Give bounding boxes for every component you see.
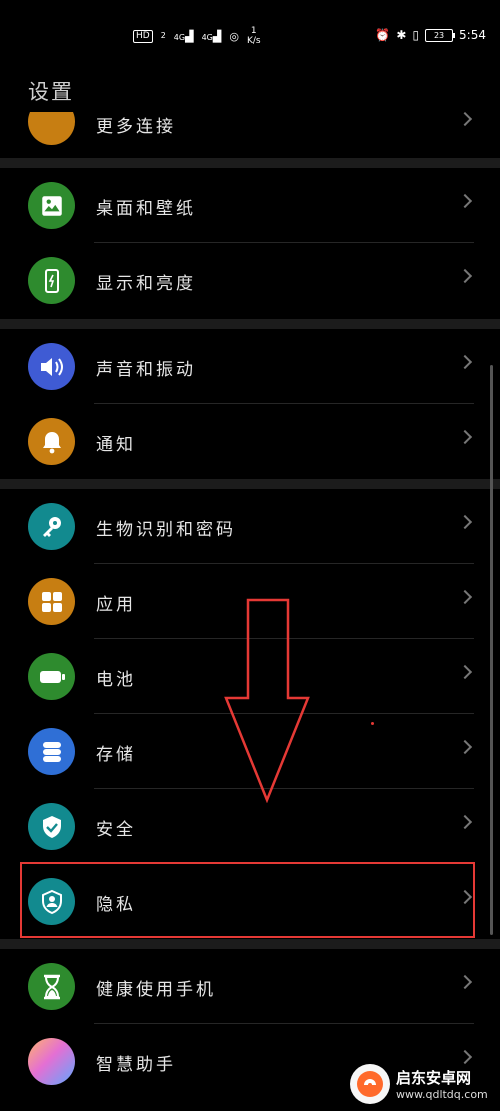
status-right: ⏰ ✱ ▯ 23 5:54 (375, 28, 486, 42)
settings-item-label: 安全 (96, 820, 136, 840)
annotation-dot (371, 722, 374, 725)
status-time: 5:54 (459, 28, 486, 42)
apps-icon (28, 578, 75, 625)
hotspot-icon: ◎ (229, 29, 239, 43)
settings-item-label: 电池 (96, 670, 136, 690)
assistant-icon (28, 1038, 75, 1085)
group-separator (0, 319, 500, 329)
hd-badge: HD (133, 29, 153, 43)
watermark-text: 启东安卓网 www.qdltdq.com (396, 1067, 488, 1101)
link-icon (28, 112, 75, 145)
settings-item-label: 显示和亮度 (96, 274, 196, 294)
shield-check-icon (28, 803, 75, 850)
chevron-right-icon (457, 354, 473, 370)
list-item-label: 更多连接 (96, 117, 176, 137)
sound-icon (28, 343, 75, 390)
settings-item-notification[interactable]: 通知 (0, 404, 500, 479)
status-left: HD 2 4G▟ 4G▟ ◎ 1 K/s (133, 26, 261, 46)
settings-item-label: 存储 (96, 745, 136, 765)
chevron-right-icon (457, 739, 473, 755)
settings-item-label: 桌面和壁纸 (96, 199, 196, 219)
chevron-right-icon (457, 514, 473, 530)
watermark-title: 启东安卓网 (396, 1069, 472, 1087)
list-item-partial[interactable]: 更多连接 (0, 112, 500, 156)
net-speed: 1 K/s (246, 26, 261, 46)
settings-item-label: 声音和振动 (96, 360, 196, 380)
alarm-icon: ⏰ (375, 28, 391, 42)
settings-item-label: 智慧助手 (96, 1055, 176, 1075)
display-icon (28, 257, 75, 304)
wallpaper-icon (28, 182, 75, 229)
signal-icon-2: 4G▟ (201, 29, 222, 43)
chevron-right-icon (457, 589, 473, 605)
battery-icon (28, 653, 75, 700)
storage-icon (28, 728, 75, 775)
settings-item-display[interactable]: 显示和亮度 (0, 243, 500, 318)
scrollbar[interactable] (490, 365, 493, 935)
chevron-right-icon (457, 268, 473, 284)
bluetooth-icon: ✱ (396, 28, 407, 42)
chevron-right-icon (457, 429, 473, 445)
settings-item-label: 健康使用手机 (96, 980, 216, 1000)
chevron-right-icon (457, 814, 473, 830)
watermark: 启东安卓网 www.qdltdq.com (350, 1057, 500, 1111)
settings-item-sound[interactable]: 声音和振动 (0, 329, 500, 404)
chevron-right-icon (457, 112, 473, 127)
battery-indicator: 23 (425, 28, 456, 42)
settings-item-label: 生物识别和密码 (96, 520, 236, 540)
settings-item-wallpaper[interactable]: 桌面和壁纸 (0, 168, 500, 243)
group-separator (0, 158, 500, 168)
watermark-logo-icon (350, 1064, 390, 1104)
annotation-arrow-icon (224, 598, 310, 803)
status-bar: HD 2 4G▟ 4G▟ ◎ 1 K/s ⏰ ✱ ▯ 23 5:54 (0, 0, 500, 70)
key-icon (28, 503, 75, 550)
group-separator (0, 939, 500, 949)
annotation-highlight-box (20, 862, 475, 938)
page-title: 设置 (28, 80, 74, 104)
settings-item-biometrics[interactable]: 生物识别和密码 (0, 489, 500, 564)
bell-icon (28, 418, 75, 465)
settings-item-label: 通知 (96, 435, 136, 455)
chevron-right-icon (457, 193, 473, 209)
hourglass-icon (28, 963, 75, 1010)
settings-item-label: 应用 (96, 595, 136, 615)
group-separator (0, 479, 500, 489)
sim-label: 2 (160, 31, 166, 40)
chevron-right-icon (457, 974, 473, 990)
watermark-url: www.qdltdq.com (396, 1088, 488, 1101)
settings-item-digital-balance[interactable]: 健康使用手机 (0, 949, 500, 1024)
vibrate-icon: ▯ (412, 28, 420, 42)
chevron-right-icon (457, 664, 473, 680)
signal-icon: 4G▟ (173, 29, 194, 43)
